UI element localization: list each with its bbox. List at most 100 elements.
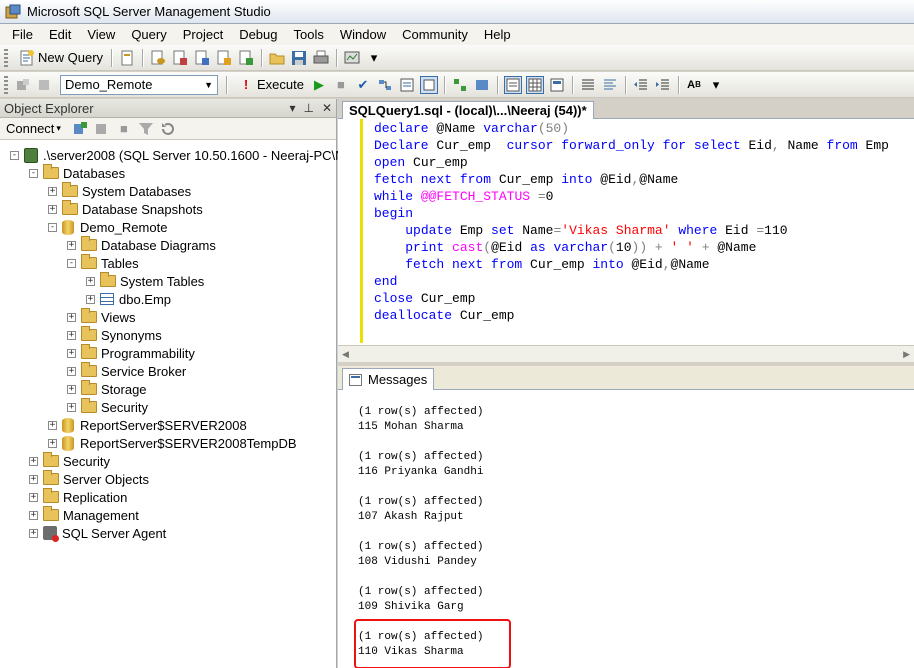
tree-node[interactable]: + Service Broker <box>67 362 186 380</box>
new-query-button[interactable]: New Query <box>12 49 107 67</box>
include-plan-icon[interactable] <box>451 76 469 94</box>
new-file-icon[interactable] <box>118 49 136 67</box>
tree-node[interactable]: + Security <box>67 398 148 416</box>
menu-community[interactable]: Community <box>394 24 476 45</box>
connect-server-icon[interactable] <box>71 120 89 138</box>
uncomment-lines-icon[interactable] <box>601 76 619 94</box>
refresh-icon[interactable] <box>159 120 177 138</box>
results-file-icon[interactable] <box>548 76 566 94</box>
analysis-query-icon[interactable] <box>171 49 189 67</box>
menu-view[interactable]: View <box>79 24 123 45</box>
tree-node[interactable]: + Management <box>29 506 139 524</box>
expand-icon[interactable]: + <box>48 438 57 448</box>
tree-node[interactable]: + Views <box>67 308 135 326</box>
pin-icon[interactable]: ⊥ <box>303 101 313 115</box>
execute-button[interactable]: ! Execute <box>231 76 308 94</box>
toolbar-overflow-icon[interactable]: ▾ <box>365 49 383 67</box>
increase-indent-icon[interactable] <box>654 76 672 94</box>
expand-icon[interactable]: + <box>86 276 95 286</box>
collapse-icon[interactable]: - <box>67 258 76 268</box>
tree-node[interactable]: + Storage <box>67 380 147 398</box>
tree-node[interactable]: - Demo_Remote <box>48 218 167 236</box>
parse-checkmark-icon[interactable]: ✔ <box>354 76 372 94</box>
expand-icon[interactable]: + <box>48 186 57 196</box>
expand-icon[interactable]: + <box>67 240 76 250</box>
tree-node[interactable]: + Synonyms <box>67 326 162 344</box>
query-designer-icon[interactable] <box>398 76 416 94</box>
close-icon[interactable]: ✕ <box>322 101 332 115</box>
connect-dropdown-button[interactable]: Connect ▾ <box>6 121 61 136</box>
menu-help[interactable]: Help <box>476 24 519 45</box>
messages-pane[interactable]: (1 row(s) affected) 115 Mohan Sharma (1 ro… <box>338 390 914 668</box>
menu-debug[interactable]: Debug <box>231 24 285 45</box>
results-to-text-icon[interactable] <box>419 75 438 94</box>
tree-node[interactable]: - .\server2008 (SQL Server 10.50.1600 - N… <box>10 146 378 164</box>
scroll-left-icon[interactable]: ◀ <box>342 349 349 360</box>
activity-monitor-icon[interactable] <box>343 49 361 67</box>
toolbar-grip[interactable] <box>4 48 8 67</box>
tree-node[interactable]: + Security <box>29 452 110 470</box>
tree-node[interactable]: + System Tables <box>86 272 204 290</box>
tree-node[interactable]: + Replication <box>29 488 127 506</box>
toolbar-grip[interactable] <box>4 75 8 94</box>
sql-editor[interactable]: declare @Name varchar(50) Declare Cur_emp… <box>338 119 914 345</box>
collapse-icon[interactable]: - <box>48 222 57 232</box>
editor-horizontal-scrollbar[interactable]: ◀ ▶ <box>338 345 914 362</box>
available-databases-select[interactable]: Demo_Remote ▼ <box>60 74 218 95</box>
menu-file[interactable]: File <box>4 24 41 45</box>
tab-messages[interactable]: Messages <box>342 368 435 390</box>
menu-query[interactable]: Query <box>123 24 174 45</box>
debug-play-icon[interactable]: ▶ <box>310 76 328 94</box>
expand-icon[interactable]: + <box>29 528 38 538</box>
expand-icon[interactable]: + <box>48 204 57 214</box>
results-text-icon[interactable] <box>503 75 522 94</box>
tree-node[interactable]: + Database Diagrams <box>67 236 216 254</box>
toolbar-overflow-icon[interactable]: ▾ <box>707 76 725 94</box>
panel-dropdown-icon[interactable]: ▾ <box>289 101 295 115</box>
expand-icon[interactable]: + <box>86 294 95 304</box>
expand-icon[interactable]: + <box>67 312 76 322</box>
connect-icon[interactable] <box>14 76 32 94</box>
tree-node[interactable]: + SQL Server Agent <box>29 524 166 542</box>
expand-icon[interactable]: + <box>67 330 76 340</box>
results-grid-icon[interactable] <box>525 75 544 94</box>
tree-node[interactable]: + Programmability <box>67 344 195 362</box>
tree-node[interactable]: + ReportServer$SERVER2008 <box>48 416 247 434</box>
tree-node[interactable]: - Databases <box>29 164 125 182</box>
client-statistics-icon[interactable] <box>473 76 491 94</box>
mdx-query-icon[interactable] <box>193 49 211 67</box>
sql-code[interactable]: declare @Name varchar(50) Declare Cur_emp… <box>374 120 889 324</box>
stop-icon[interactable]: ■ <box>115 120 133 138</box>
display-estimated-plan-icon[interactable] <box>376 76 394 94</box>
disconnect-icon[interactable] <box>93 120 111 138</box>
filter-icon[interactable] <box>137 120 155 138</box>
tree-node[interactable]: + Server Objects <box>29 470 149 488</box>
menu-tools[interactable]: Tools <box>286 24 332 45</box>
collapse-icon[interactable]: - <box>29 168 38 178</box>
tree-node[interactable]: + Database Snapshots <box>48 200 203 218</box>
tree-node[interactable]: + ReportServer$SERVER2008TempDB <box>48 434 297 452</box>
specify-template-values-icon[interactable]: AB <box>685 76 703 94</box>
menu-edit[interactable]: Edit <box>41 24 79 45</box>
open-file-icon[interactable] <box>268 49 286 67</box>
expand-icon[interactable]: + <box>29 492 38 502</box>
stop-icon[interactable]: ■ <box>332 76 350 94</box>
print-icon[interactable] <box>312 49 330 67</box>
tree-node[interactable]: + dbo.Emp <box>86 290 171 308</box>
save-icon[interactable] <box>290 49 308 67</box>
change-connection-icon[interactable] <box>36 76 54 94</box>
menu-window[interactable]: Window <box>332 24 394 45</box>
tab-sqlquery1[interactable]: SQLQuery1.sql - (local)\...\Neeraj (54))… <box>342 101 594 119</box>
expand-icon[interactable]: + <box>67 402 76 412</box>
expand-icon[interactable]: + <box>67 366 76 376</box>
decrease-indent-icon[interactable] <box>632 76 650 94</box>
expand-icon[interactable]: + <box>29 474 38 484</box>
expand-icon[interactable]: + <box>67 384 76 394</box>
tree-node[interactable]: - Tables <box>67 254 139 272</box>
tree-node[interactable]: + System Databases <box>48 182 191 200</box>
expand-icon[interactable]: + <box>48 420 57 430</box>
database-engine-query-icon[interactable] <box>149 49 167 67</box>
expand-icon[interactable]: + <box>29 456 38 466</box>
xmla-query-icon[interactable] <box>215 49 233 67</box>
collapse-icon[interactable]: - <box>10 150 19 160</box>
